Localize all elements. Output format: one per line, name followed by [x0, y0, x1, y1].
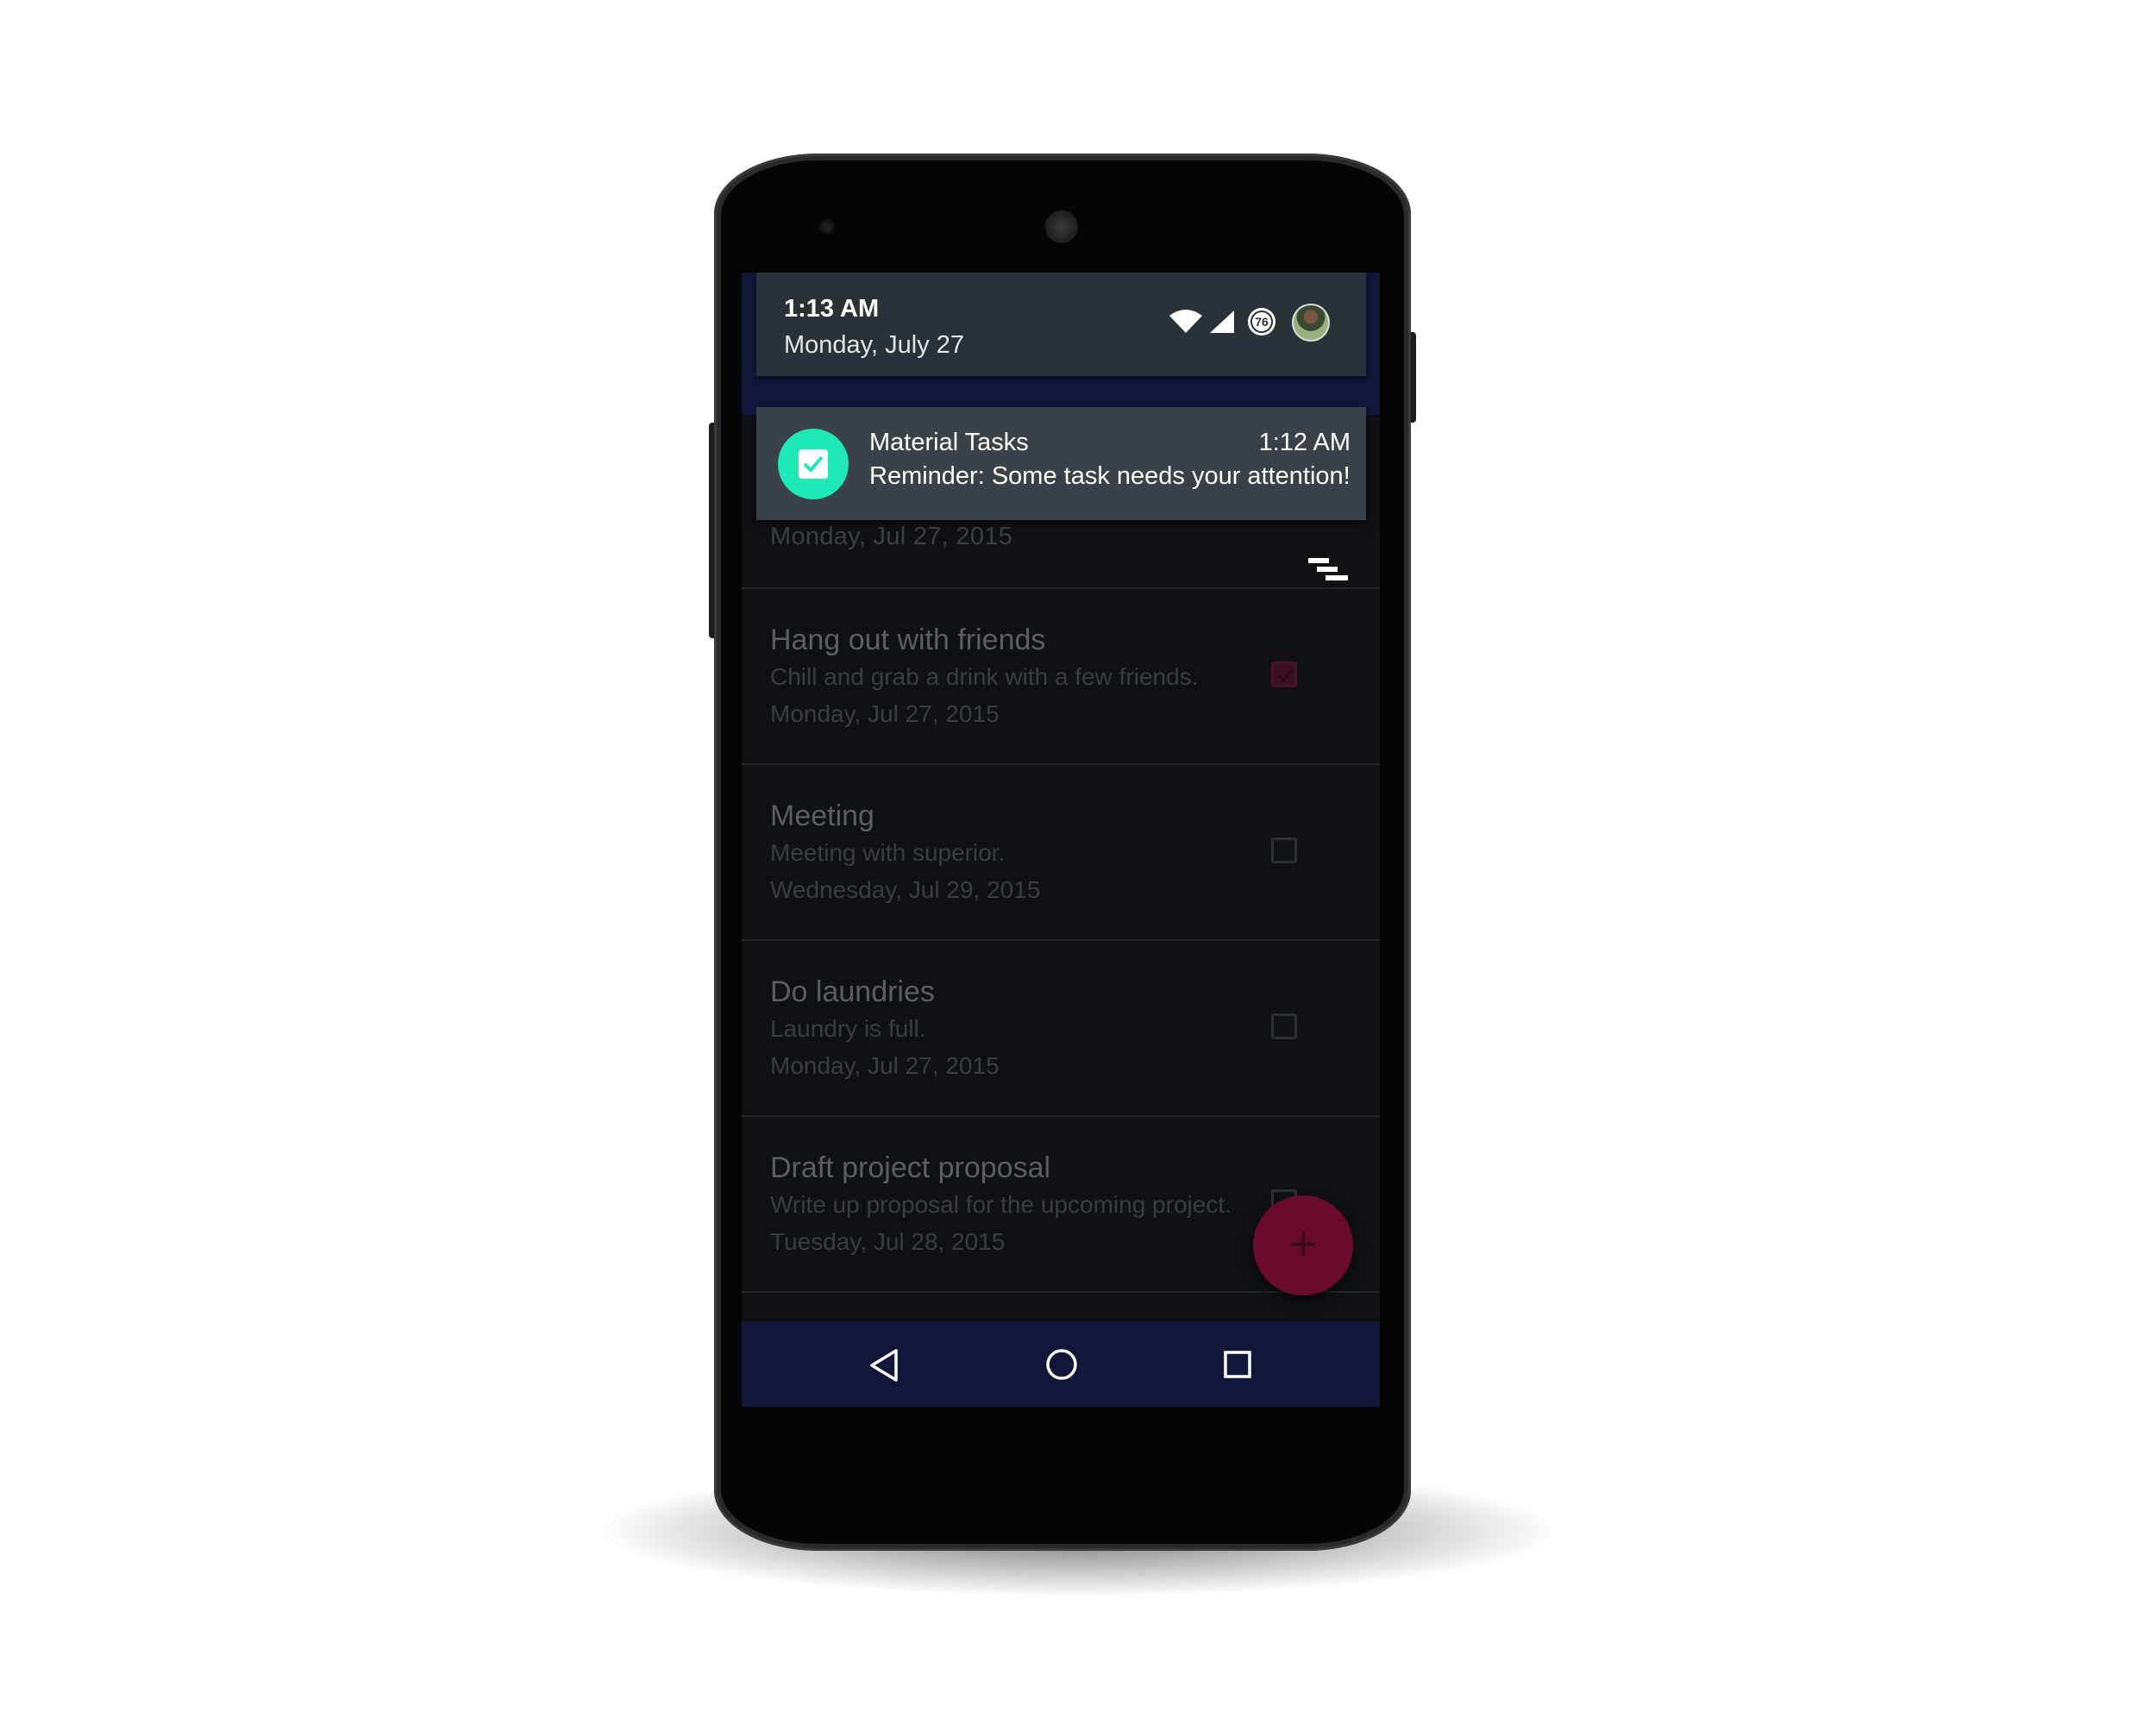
navigation-bar [742, 1321, 1380, 1407]
list-item[interactable]: Do laundries Laundry is full. Monday, Ju… [742, 939, 1380, 1117]
recents-icon[interactable] [1223, 1350, 1252, 1379]
task-checkbox[interactable] [1271, 1013, 1297, 1039]
battery-icon: 76 [1248, 308, 1275, 336]
task-title: Draft project proposal [770, 1151, 1051, 1184]
task-checkbox[interactable] [1271, 837, 1297, 863]
task-date: Wednesday, Jul 29, 2015 [770, 876, 1041, 903]
checkbox-icon [799, 449, 828, 479]
home-icon[interactable] [1045, 1348, 1078, 1381]
front-camera [819, 219, 835, 235]
task-date: Monday, Jul 27, 2015 [770, 700, 1000, 727]
task-description: Meeting with superior. [770, 839, 1006, 866]
clock-time: 1:13 AM [784, 295, 880, 323]
task-description: Chill and grab a drink with a few friend… [770, 663, 1199, 690]
check-icon [1276, 669, 1294, 683]
task-title: Meeting [770, 800, 874, 832]
add-task-button[interactable]: + [1253, 1195, 1353, 1295]
notification-time: 1:12 AM [1258, 429, 1351, 456]
task-title: Do laundries [770, 975, 935, 1008]
battery-level: 76 [1250, 310, 1273, 333]
notification-text: Reminder: Some task needs your attention… [869, 462, 1351, 490]
task-date: Tuesday, Jul 28, 2015 [770, 1228, 1006, 1255]
task-checkbox[interactable] [1271, 662, 1297, 687]
task-date: Monday, Jul 27, 2015 [770, 523, 1013, 550]
list-item[interactable]: Meeting Meeting with superior. Wednesday… [742, 763, 1380, 941]
cell-signal-icon [1210, 310, 1234, 333]
user-avatar[interactable] [1292, 304, 1330, 342]
task-title: Hang out with friends [770, 624, 1046, 656]
task-description: Laundry is full. [770, 1015, 926, 1042]
task-description: Write up proposal for the upcoming proje… [770, 1191, 1232, 1218]
earpiece-speaker [1045, 210, 1078, 243]
list-item[interactable]: Hang out with friends Chill and grab a d… [742, 587, 1380, 765]
wifi-icon [1169, 310, 1202, 333]
notification-shade-header: 1:13 AM Monday, July 27 76 [756, 273, 1366, 376]
clock-date: Monday, July 27 [784, 331, 965, 359]
app-icon [778, 429, 849, 499]
notification-app-name: Material Tasks [869, 429, 1029, 456]
task-date: Monday, Jul 27, 2015 [770, 1052, 1000, 1079]
sort-icon[interactable] [1307, 553, 1351, 587]
back-icon[interactable] [867, 1347, 901, 1383]
heads-up-notification[interactable]: Material Tasks 1:12 AM Reminder: Some ta… [756, 407, 1366, 520]
